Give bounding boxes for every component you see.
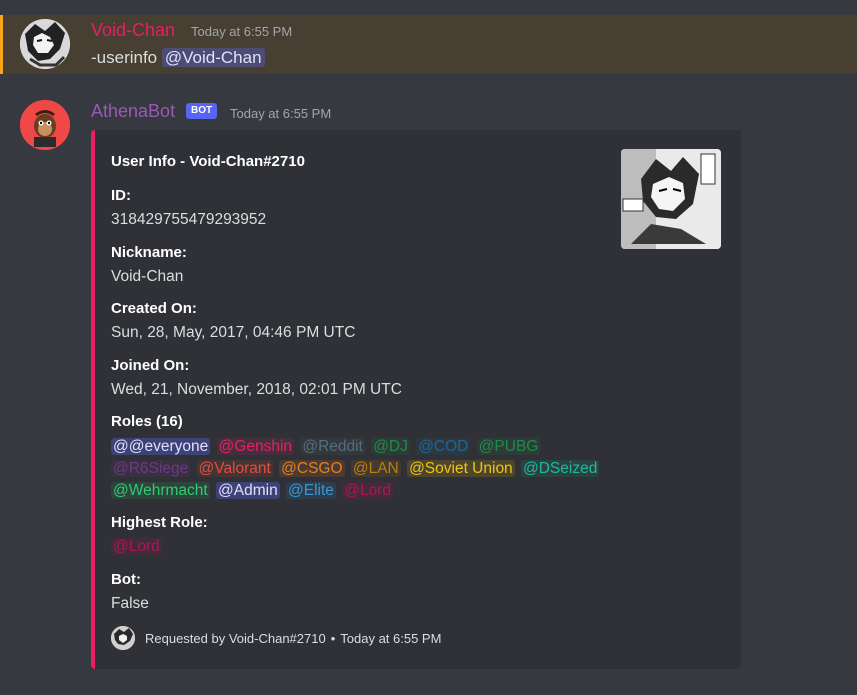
bot-badge: BOT [186,103,218,119]
footer-text: Requested by Void-Chan#2710 [145,630,326,646]
role-mention[interactable]: @Lord [342,482,393,499]
field-highest-role-name: Highest Role: [111,514,208,531]
field-id-value: 318429755479293952 [111,211,267,228]
role-mention-lord[interactable]: @Lord [111,538,162,555]
role-mention[interactable]: @Soviet Union [407,460,515,477]
top-strip [0,0,857,12]
role-mention[interactable]: @Reddit [300,438,365,455]
field-bot-name: Bot: [111,571,141,588]
message-content: -userinfo @Void-Chan [91,48,265,68]
field-highest-role-value: @Lord [111,538,164,556]
username-void-chan[interactable]: Void-Chan [91,20,175,41]
field-nickname-name: Nickname: [111,244,187,261]
field-id-name: ID: [111,187,131,204]
field-created-name: Created On: [111,300,197,317]
embed-title: User Info - Void-Chan#2710 [111,153,305,170]
role-mention[interactable]: @Valorant [196,460,273,477]
role-mention[interactable]: @COD [416,438,471,455]
field-nickname-value: Void-Chan [111,268,184,285]
userinfo-embed: User Info - Void-Chan#2710 ID: 318429755… [91,130,741,669]
thumbnail-image[interactable] [621,149,721,249]
role-mention[interactable]: @Elite [286,482,336,499]
role-mention[interactable]: @PUBG [476,438,541,455]
role-mention[interactable]: @Genshin [216,438,295,455]
roles-list: @@everyone @Genshin @Reddit @DJ @COD @PU… [111,436,621,502]
role-mention[interactable]: @Wehrmacht [111,482,210,499]
field-created-value: Sun, 28, May, 2017, 04:46 PM UTC [111,324,356,341]
footer-avatar-icon [111,626,135,650]
role-mention[interactable]: @Admin [216,482,280,499]
field-joined-name: Joined On: [111,357,190,374]
role-mention[interactable]: @CSGO [279,460,345,477]
field-roles-name: Roles (16) [111,413,183,430]
bot-avatar-icon[interactable] [20,100,70,150]
user-avatar-icon[interactable] [20,19,70,69]
embed-footer: Requested by Void-Chan#2710 • Today at 6… [111,626,441,650]
role-mention[interactable]: @LAN [350,460,401,477]
message-timestamp: Today at 6:55 PM [191,24,293,39]
footer-separator: • [330,630,336,646]
footer-timestamp: Today at 6:55 PM [340,630,442,646]
field-joined-value: Wed, 21, November, 2018, 02:01 PM UTC [111,381,402,398]
role-mention[interactable]: @DJ [371,438,410,455]
user-mention[interactable]: @Void-Chan [161,48,265,67]
role-mention[interactable]: @R6Siege [111,460,191,477]
command-text: -userinfo [91,48,158,67]
username-athenabot[interactable]: AthenaBot [91,101,175,122]
role-mention[interactable]: @@everyone [111,438,211,455]
message-timestamp: Today at 6:55 PM [230,106,332,121]
field-bot-value: False [111,595,149,612]
role-mention[interactable]: @DSeized [521,460,600,477]
